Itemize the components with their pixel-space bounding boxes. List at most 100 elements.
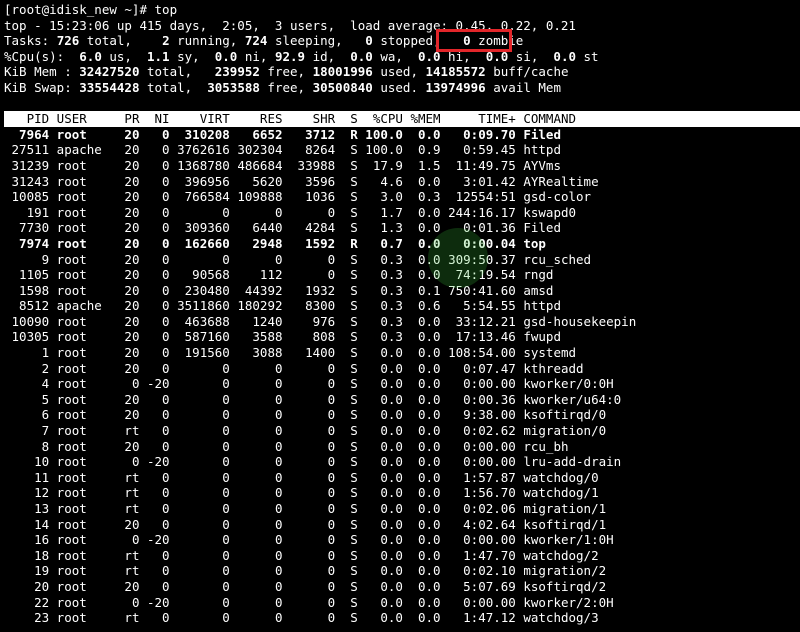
process-virt: 1368780 [169, 157, 230, 173]
process-user: root [49, 313, 102, 329]
process-virt: 90568 [169, 267, 230, 283]
process-pid: 18 [4, 547, 50, 563]
process-mem: 0.0 [402, 126, 441, 142]
process-virt: 0 [169, 594, 230, 610]
mem-used-label: used, [372, 64, 426, 80]
column-header-user[interactable]: USER [49, 111, 102, 126]
process-user: root [49, 329, 102, 345]
process-pr: 20 [101, 329, 140, 345]
process-res: 0 [229, 376, 283, 392]
column-header-res[interactable]: RES [230, 111, 283, 126]
column-header-shr[interactable]: SHR [283, 111, 336, 126]
process-mem: 0.0 [402, 532, 441, 548]
process-mem: 1.5 [402, 157, 441, 173]
column-header-mem[interactable]: %MEM [403, 111, 440, 126]
process-virt: 587160 [169, 329, 230, 345]
process-user: root [49, 485, 102, 501]
process-time: 33:12.21 [440, 313, 516, 329]
process-user: root [49, 391, 102, 407]
mem-total-value: 32427520 [79, 64, 140, 80]
process-pid: 8512 [4, 298, 50, 314]
process-cpu: 100.0 [357, 126, 403, 142]
process-shr: 8264 [282, 142, 336, 158]
process-virt: 191560 [169, 345, 230, 361]
process-user: root [49, 126, 102, 142]
process-ni: 0 [139, 345, 170, 361]
process-mem: 0.0 [402, 563, 441, 579]
process-mem: 0.0 [402, 501, 441, 516]
column-header-ni[interactable]: NI [139, 111, 170, 126]
process-virt: 0 [169, 423, 230, 439]
process-user: root [49, 360, 102, 376]
process-time: 0:02.62 [440, 423, 516, 439]
process-mem: 0.0 [402, 423, 441, 439]
swap-total-label: total, [139, 79, 208, 95]
process-pr: 20 [101, 220, 140, 236]
process-time: 1:47.70 [440, 547, 516, 563]
cpu-st-value: 0.0 [553, 48, 576, 64]
process-command: ksoftirqd/0 [515, 407, 644, 423]
process-time: 0:00.36 [440, 391, 516, 407]
process-pid: 27511 [4, 142, 50, 158]
process-time: 5:54.55 [440, 298, 516, 314]
process-user: root [49, 220, 102, 236]
process-user: root [49, 594, 102, 610]
process-user: root [49, 454, 102, 470]
process-pid: 1105 [4, 267, 50, 283]
process-virt: 0 [169, 469, 230, 485]
process-command: amsd [515, 282, 644, 298]
process-command: kswapd0 [515, 204, 644, 220]
process-s: S [335, 282, 358, 298]
swap-avail-label: avail Mem [485, 79, 561, 95]
process-pr: 20 [101, 313, 140, 329]
process-cpu: 0.3 [357, 298, 403, 314]
process-cpu: 0.0 [357, 516, 403, 532]
process-cpu: 0.3 [357, 282, 403, 298]
terminal-window[interactable]: [root@idisk_new ~]# top top - 15:23:06 u… [0, 0, 800, 632]
process-pid: 7730 [4, 220, 50, 236]
column-header-cpu[interactable]: %CPU [358, 111, 403, 126]
column-header-pr[interactable]: PR [102, 111, 139, 126]
process-row: 191 root 20 0 0 0 0 S 1.7 0.0 244:16.17 … [4, 205, 800, 221]
process-time: 17:13.46 [440, 329, 516, 345]
column-header-virt[interactable]: VIRT [170, 111, 230, 126]
column-header-time[interactable]: TIME+ [441, 111, 516, 126]
process-virt: 162660 [169, 235, 230, 251]
process-pid: 9 [4, 251, 50, 267]
process-row: 22 root 0 -20 0 0 0 S 0.0 0.0 0:00.00 kw… [4, 595, 800, 611]
process-pr: 20 [101, 516, 140, 532]
tasks-stopped-label: stopped, [372, 33, 464, 49]
process-pr: 20 [101, 391, 140, 407]
process-ni: 0 [139, 501, 170, 516]
process-mem: 0.0 [402, 267, 441, 283]
process-cpu: 0.0 [357, 563, 403, 579]
cpu-us-value: 6.0 [79, 48, 102, 64]
process-res: 0 [229, 469, 283, 485]
process-time: 12554:51 [440, 189, 516, 205]
process-pr: 20 [101, 189, 140, 205]
process-command: watchdog/0 [515, 469, 644, 485]
process-time: 3:01.42 [440, 173, 516, 189]
process-shr: 1036 [282, 189, 336, 205]
mem-prefix: KiB Mem : [4, 64, 80, 80]
process-mem: 0.0 [402, 578, 441, 594]
cpu-ni-value: 0.0 [214, 48, 238, 64]
column-header-command[interactable]: COMMAND [516, 111, 644, 126]
cpu-wa-label: wa, [372, 48, 418, 64]
process-time: 244:16.17 [440, 204, 516, 220]
tasks-total-value: 726 [56, 33, 80, 49]
process-shr: 1592 [282, 235, 336, 251]
column-header-pid[interactable]: PID [4, 111, 50, 126]
process-ni: 0 [139, 438, 170, 454]
process-res: 5620 [229, 173, 283, 189]
process-s: S [335, 610, 358, 626]
process-shr: 0 [282, 360, 336, 376]
process-mem: 0.0 [402, 251, 441, 267]
process-shr: 808 [282, 329, 336, 345]
process-time: 9:38.00 [440, 407, 516, 423]
process-command: rcu_bh [515, 438, 644, 454]
process-row: 31243 root 20 0 396956 5620 3596 S 4.6 0… [4, 174, 800, 190]
column-header-s[interactable]: S [335, 111, 358, 126]
process-virt: 0 [169, 360, 230, 376]
process-cpu: 0.0 [357, 532, 403, 548]
